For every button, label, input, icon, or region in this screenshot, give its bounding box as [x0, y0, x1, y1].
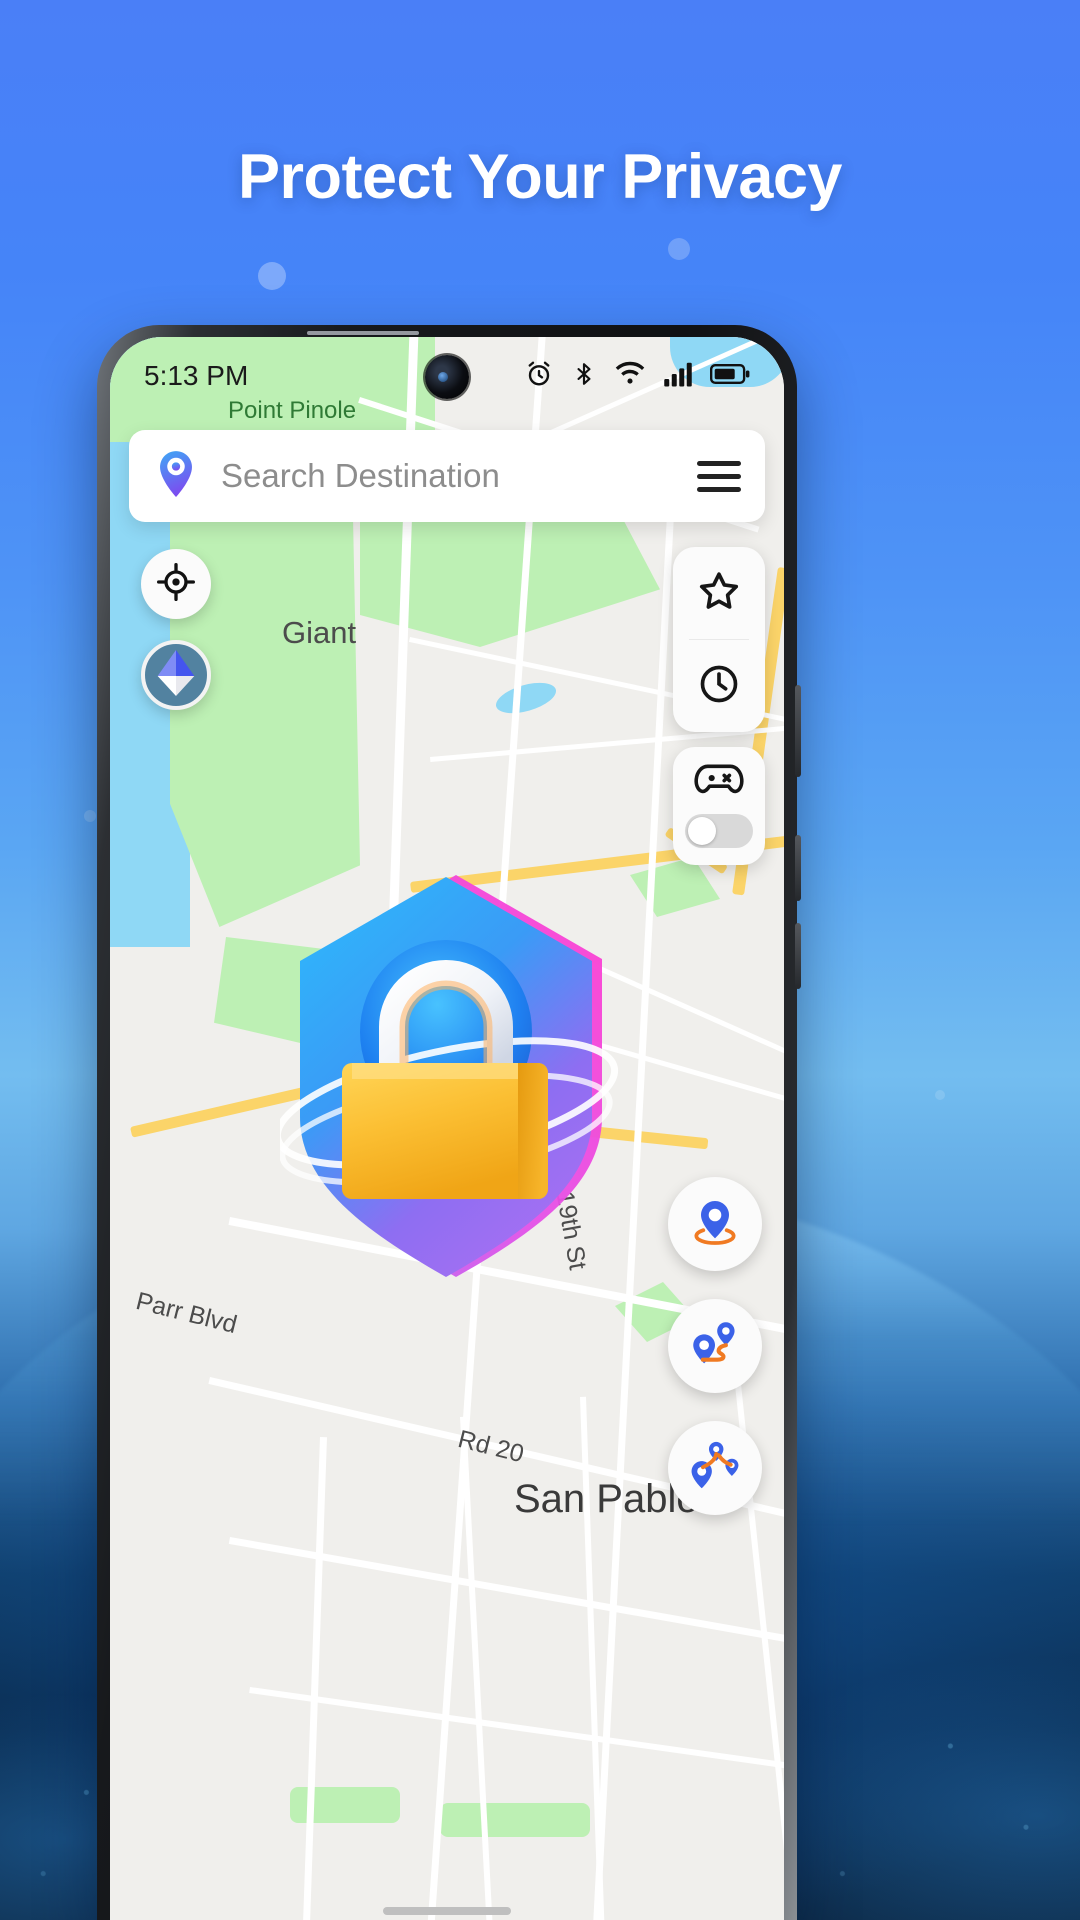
map-road — [460, 1416, 495, 1920]
bokeh-dot — [668, 238, 690, 260]
gamepad-icon — [693, 759, 745, 804]
single-pin-icon — [687, 1194, 743, 1255]
page-title: Protect Your Privacy — [238, 142, 842, 212]
phone-screen: Point Pinole Giant 19th St Parr Blvd Rd … — [110, 337, 784, 1920]
map-park — [440, 1803, 590, 1837]
favorites-button[interactable] — [673, 547, 765, 639]
volume-down-button[interactable] — [795, 923, 801, 989]
two-pin-route-icon — [686, 1315, 744, 1378]
search-input[interactable]: Search Destination — [221, 457, 500, 495]
power-button[interactable] — [795, 685, 801, 777]
bokeh-dot — [84, 810, 96, 822]
status-time: 5:13 PM — [144, 360, 249, 391]
map-road — [249, 1687, 784, 1771]
multi-point-route-button[interactable] — [668, 1421, 762, 1515]
game-mode-toggle[interactable] — [673, 747, 765, 865]
two-point-route-button[interactable] — [668, 1299, 762, 1393]
bluetooth-icon — [571, 359, 597, 394]
battery-icon — [710, 361, 750, 392]
history-button[interactable] — [673, 640, 765, 732]
front-camera-punch-hole-icon — [425, 355, 469, 399]
hamburger-menu-icon[interactable] — [697, 460, 741, 492]
map-label-street: Parr Blvd — [133, 1287, 240, 1340]
map-label-place: Giant — [282, 615, 357, 650]
bokeh-dot — [258, 262, 286, 290]
game-mode-switch[interactable] — [685, 814, 753, 848]
my-location-button[interactable] — [141, 549, 211, 619]
switch-knob — [688, 817, 716, 845]
home-indicator[interactable] — [383, 1907, 511, 1915]
wifi-icon — [614, 360, 646, 393]
phone-mockup: Point Pinole Giant 19th St Parr Blvd Rd … — [97, 325, 801, 1920]
map-tools-panel — [673, 547, 765, 732]
alarm-icon — [524, 359, 554, 394]
crosshair-icon — [156, 562, 196, 607]
star-icon — [697, 569, 741, 618]
search-bar[interactable]: Search Destination — [129, 430, 765, 522]
single-point-button[interactable] — [668, 1177, 762, 1271]
location-pin-icon — [155, 449, 197, 504]
map-road — [228, 1537, 784, 1649]
status-icons — [524, 359, 750, 394]
map-lake — [492, 676, 560, 720]
bokeh-dot — [935, 1090, 945, 1100]
clock-icon — [697, 662, 741, 711]
multi-pin-route-icon — [686, 1437, 744, 1500]
map-park — [630, 857, 720, 917]
volume-up-button[interactable] — [795, 835, 801, 901]
compass-button[interactable] — [141, 640, 211, 710]
map-park — [170, 487, 360, 927]
status-bar: 5:13 PM — [110, 337, 784, 415]
privacy-shield-lock — [273, 867, 620, 1287]
cellular-signal-icon — [663, 360, 693, 393]
map-road — [301, 1437, 327, 1920]
compass-icon — [154, 647, 198, 704]
